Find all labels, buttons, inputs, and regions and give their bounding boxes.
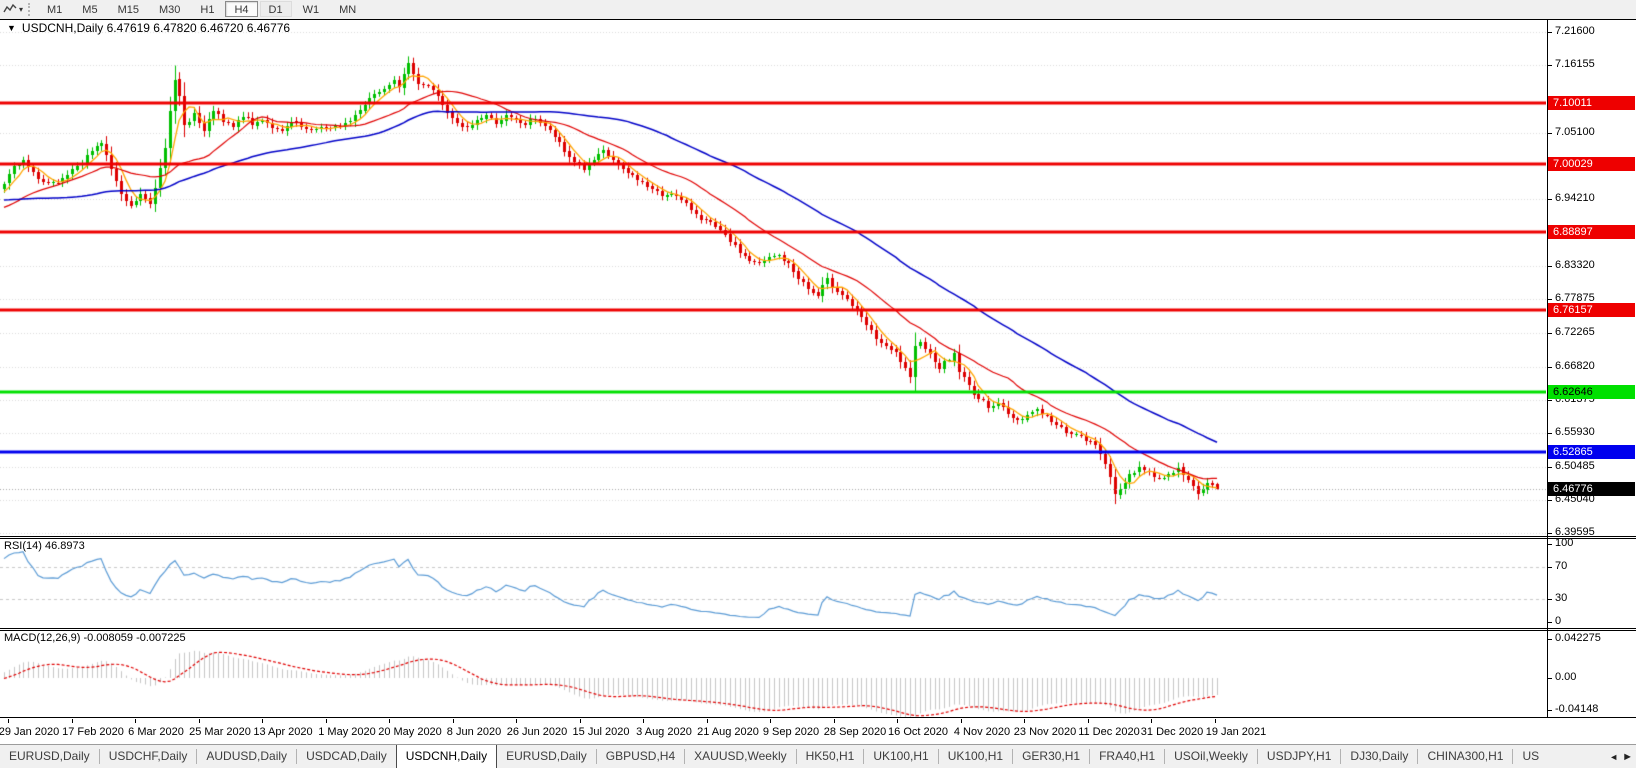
tab-eurusd-daily[interactable]: EURUSD,Daily — [497, 745, 596, 768]
timeframe-button-m1[interactable]: M1 — [38, 1, 71, 17]
time-axis-tick — [516, 719, 517, 723]
tab-gbpusd-h4[interactable]: GBPUSD,H4 — [597, 745, 684, 768]
time-axis-label: 23 Nov 2020 — [1014, 726, 1076, 738]
rsi-macd-separator[interactable] — [0, 628, 1636, 629]
time-axis-label: 25 Mar 2020 — [189, 726, 251, 738]
time-axis-label: 20 May 2020 — [378, 726, 442, 738]
time-axis-tick — [834, 719, 835, 723]
tab-hk50-h1[interactable]: HK50,H1 — [797, 745, 864, 768]
time-axis-label: 11 Dec 2020 — [1078, 726, 1140, 738]
time-axis-label: 1 May 2020 — [318, 726, 375, 738]
timeframe-button-w1[interactable]: W1 — [294, 1, 329, 17]
time-axis-tick — [961, 719, 962, 723]
tab-scroll-right-icon[interactable]: ► — [1622, 751, 1633, 763]
tab-usdjpy-h1[interactable]: USDJPY,H1 — [1258, 745, 1340, 768]
time-axis-label: 3 Aug 2020 — [636, 726, 692, 738]
time-axis-label: 15 Jul 2020 — [573, 726, 630, 738]
main-rsi-separator[interactable] — [0, 536, 1636, 537]
chart-tool-icon[interactable] — [2, 2, 18, 16]
rsi-label: RSI(14) 46.8973 — [4, 540, 85, 552]
tab-scroll-arrows: ◄ ► — [1606, 745, 1636, 768]
tab-usdcad-daily[interactable]: USDCAD,Daily — [297, 745, 396, 768]
time-axis-label: 16 Oct 2020 — [888, 726, 948, 738]
tab-fra40-h1[interactable]: FRA40,H1 — [1090, 745, 1164, 768]
price-axis-border — [1547, 19, 1548, 718]
time-axis-label: 4 Nov 2020 — [954, 726, 1010, 738]
time-axis-tick — [580, 719, 581, 723]
rsi-indicator-canvas[interactable] — [0, 539, 1546, 628]
tab-ger30-h1[interactable]: GER30,H1 — [1013, 745, 1089, 768]
time-axis-tick — [897, 719, 898, 723]
time-axis[interactable]: 29 Jan 202017 Feb 2020 6 Mar 2020 25 Mar 2… — [0, 719, 1636, 744]
time-axis-label: 26 Jun 2020 — [507, 726, 568, 738]
chart-info-line: ▼ USDCNH,Daily 6.47619 6.47820 6.46720 6.… — [7, 21, 290, 35]
time-axis-label: 29 Jan 2020 — [0, 726, 59, 738]
tab-xauusd-weekly[interactable]: XAUUSD,Weekly — [685, 745, 795, 768]
time-axis-tick — [8, 719, 9, 723]
macd-label: MACD(12,26,9) -0.008059 -0.007225 — [4, 632, 186, 644]
macd-date-separator — [0, 717, 1636, 718]
dropdown-caret-icon[interactable]: ▾ — [19, 5, 23, 14]
time-axis-label: 21 Aug 2020 — [697, 726, 759, 738]
tab-usoil-weekly[interactable]: USOil,Weekly — [1165, 745, 1257, 768]
chart-tab-bar: EURUSD,DailyUSDCHF,DailyAUDUSD,DailyUSDC… — [0, 744, 1636, 768]
time-axis-label: 19 Jan 2021 — [1206, 726, 1267, 738]
time-axis-tick — [1215, 719, 1216, 723]
time-axis-label: 9 Sep 2020 — [763, 726, 819, 738]
time-axis-tick — [262, 719, 263, 723]
timeframe-buttons: M1M5M15M30H1H4D1W1MN — [37, 1, 366, 17]
price-chart-canvas[interactable] — [0, 20, 1546, 536]
time-axis-tick — [326, 719, 327, 723]
time-axis-tick — [453, 719, 454, 723]
macd-indicator-canvas[interactable] — [0, 631, 1546, 717]
tab-scroll-left-icon[interactable]: ◄ — [1609, 752, 1618, 762]
time-axis-tick — [199, 719, 200, 723]
mt4-terminal: ▾ M1M5M15M30H1H4D1W1MN ▼ USDCNH,Daily 6.4… — [0, 0, 1636, 768]
time-axis-tick — [770, 719, 771, 723]
time-axis-tick — [1088, 719, 1089, 723]
time-axis-label: 8 Jun 2020 — [447, 726, 501, 738]
tab-us[interactable]: US — [1513, 745, 1539, 768]
timeframe-button-d1[interactable]: D1 — [260, 1, 292, 17]
time-axis-label: 17 Feb 2020 — [62, 726, 124, 738]
time-axis-label: 31 Dec 2020 — [1141, 726, 1203, 738]
time-axis-label: 6 Mar 2020 — [128, 726, 184, 738]
time-axis-tick — [389, 719, 390, 723]
time-axis-tick — [1024, 719, 1025, 723]
time-axis-tick — [707, 719, 708, 723]
timeframe-button-m5[interactable]: M5 — [73, 1, 106, 17]
time-axis-label: 13 Apr 2020 — [253, 726, 312, 738]
tab-dj30-daily[interactable]: DJ30,Daily — [1341, 745, 1417, 768]
toolbar-grip[interactable] — [28, 3, 32, 16]
symbol-ohlc-text: USDCNH,Daily 6.47619 6.47820 6.46720 6.4… — [22, 21, 290, 35]
time-axis-tick — [1151, 719, 1152, 723]
timeframe-button-h4[interactable]: H4 — [225, 1, 257, 17]
time-axis-label: 28 Sep 2020 — [824, 726, 886, 738]
timeframe-button-m30[interactable]: M30 — [150, 1, 189, 17]
timeframe-toolbar: ▾ M1M5M15M30H1H4D1W1MN — [0, 0, 1636, 18]
timeframe-button-mn[interactable]: MN — [330, 1, 365, 17]
tab-china300-h1[interactable]: CHINA300,H1 — [1418, 745, 1512, 768]
timeframe-button-h1[interactable]: H1 — [191, 1, 223, 17]
time-axis-tick — [135, 719, 136, 723]
timeframe-button-m15[interactable]: M15 — [109, 1, 148, 17]
tab-eurusd-daily[interactable]: EURUSD,Daily — [0, 745, 99, 768]
time-axis-tick — [643, 719, 644, 723]
tab-usdcnh-daily[interactable]: USDCNH,Daily — [396, 744, 497, 768]
time-axis-tick — [72, 719, 73, 723]
one-click-trading-arrow-icon[interactable]: ▼ — [7, 23, 16, 33]
tab-audusd-daily[interactable]: AUDUSD,Daily — [197, 745, 296, 768]
tab-uk100-h1[interactable]: UK100,H1 — [939, 745, 1012, 768]
tab-uk100-h1[interactable]: UK100,H1 — [864, 745, 937, 768]
tab-usdchf-daily[interactable]: USDCHF,Daily — [100, 745, 197, 768]
